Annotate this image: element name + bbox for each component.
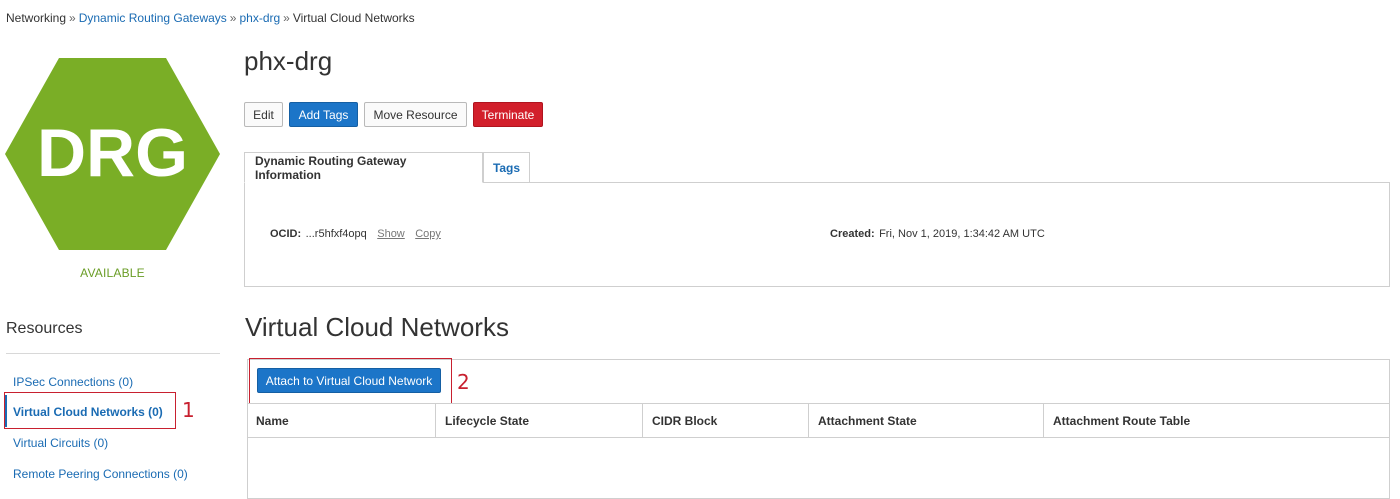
column-header-attachment-state[interactable]: Attachment State (809, 404, 1044, 437)
breadcrumb: Networking» Dynamic Routing Gateways» phx-… (6, 11, 415, 25)
ocid-row: OCID: ...r5hfxf4opq Show Copy (270, 224, 441, 242)
divider (6, 353, 220, 354)
ocid-value: ...r5hfxf4opq (305, 228, 367, 240)
page-title: phx-drg (244, 46, 333, 76)
resources-heading: Resources (6, 320, 83, 337)
breadcrumb-networking[interactable]: Networking (6, 11, 66, 25)
breadcrumb-separator: » (283, 11, 290, 25)
created-label: Created: (830, 228, 875, 240)
column-header-name[interactable]: Name (247, 404, 436, 437)
annotation-highlight-box (249, 358, 452, 404)
move-resource-button[interactable]: Move Resource (364, 102, 467, 127)
tab-tags[interactable]: Tags (483, 152, 530, 183)
breadcrumb-separator: » (69, 11, 76, 25)
ocid-label: OCID: (270, 228, 302, 240)
column-header-lifecycle-state[interactable]: Lifecycle State (436, 404, 643, 437)
sidebar-item-virtual-circuits[interactable]: Virtual Circuits (0) (13, 436, 108, 450)
lifecycle-status-label: AVAILABLE (80, 266, 145, 280)
drg-logo-icon: DRG (5, 58, 220, 250)
ocid-show-link[interactable]: Show (377, 228, 405, 240)
column-header-attachment-route-table[interactable]: Attachment Route Table (1044, 404, 1390, 437)
created-row: Created: Fri, Nov 1, 2019, 1:34:42 AM UT… (830, 224, 1045, 242)
column-header-cidr-block[interactable]: CIDR Block (643, 404, 809, 437)
sidebar-item-ipsec-connections[interactable]: IPSec Connections (0) (13, 375, 133, 389)
section-title-virtual-cloud-networks: Virtual Cloud Networks (245, 312, 509, 342)
terminate-button[interactable]: Terminate (473, 102, 543, 127)
add-tags-button[interactable]: Add Tags (289, 102, 358, 127)
tab-dynamic-routing-gateway-information[interactable]: Dynamic Routing Gateway Information (244, 152, 483, 183)
sidebar-item-remote-peering-connections[interactable]: Remote Peering Connections (0) (13, 467, 188, 481)
edit-button[interactable]: Edit (244, 102, 283, 127)
breadcrumb-separator: » (229, 11, 237, 25)
annotation-number-1: 1 (182, 398, 195, 422)
breadcrumb-phx-drg[interactable]: phx-drg (239, 11, 280, 25)
annotation-highlight-box (4, 392, 176, 429)
created-value: Fri, Nov 1, 2019, 1:34:42 AM UTC (879, 228, 1045, 240)
ocid-copy-link[interactable]: Copy (415, 228, 441, 240)
drg-logo-text: DRG (37, 115, 188, 191)
breadcrumb-dynamic-routing-gateways[interactable]: Dynamic Routing Gateways (79, 11, 227, 25)
breadcrumb-current: Virtual Cloud Networks (292, 11, 415, 25)
table-header: Name Lifecycle State CIDR Block Attachme… (247, 403, 1390, 438)
annotation-number-2: 2 (457, 370, 470, 394)
